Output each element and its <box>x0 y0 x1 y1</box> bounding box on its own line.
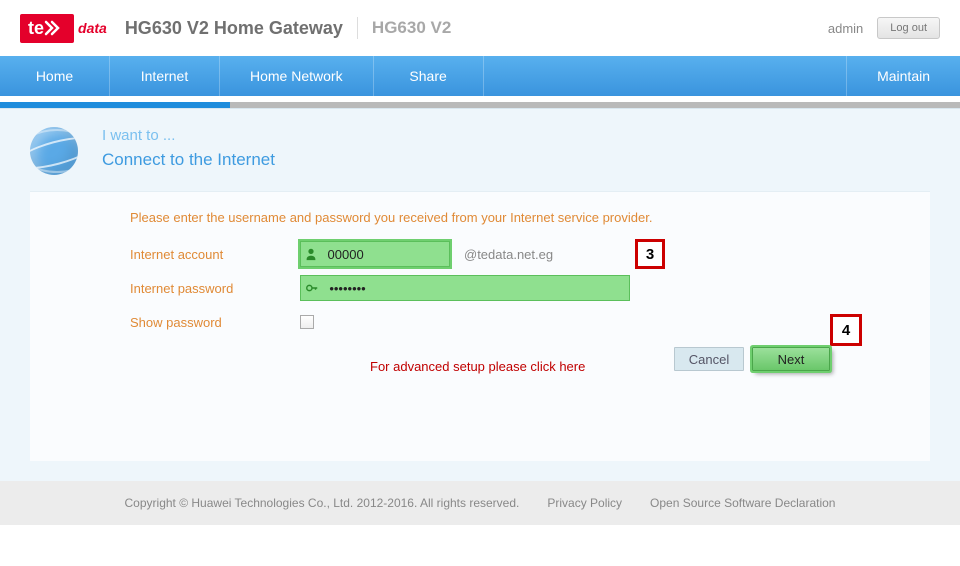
key-icon <box>301 281 323 295</box>
footer-copyright: Copyright © Huawei Technologies Co., Ltd… <box>125 496 520 510</box>
nav-home[interactable]: Home <box>0 56 110 96</box>
current-user: admin <box>828 21 863 36</box>
title-divider <box>357 17 358 39</box>
row-password: Internet password <box>130 273 930 303</box>
account-field-wrap <box>300 241 450 267</box>
row-show-password: Show password <box>130 307 930 337</box>
brand-arrows-icon <box>44 20 64 36</box>
account-field[interactable] <box>300 241 450 267</box>
next-button[interactable]: Next <box>752 347 830 371</box>
callout-3: 3 <box>635 239 665 269</box>
nav-share[interactable]: Share <box>374 56 484 96</box>
nav-maintain[interactable]: Maintain <box>846 56 960 96</box>
brand-suffix: data <box>78 20 107 36</box>
callout-4: 4 <box>830 314 862 346</box>
password-field-wrap <box>300 275 630 301</box>
password-field[interactable] <box>300 275 630 301</box>
logout-button[interactable]: Log out <box>877 17 940 39</box>
form-instruction: Please enter the username and password y… <box>130 210 930 225</box>
panel-supertitle: I want to ... <box>102 127 275 144</box>
header-right: admin Log out <box>828 17 940 39</box>
password-label: Internet password <box>130 281 300 296</box>
show-password-label: Show password <box>130 315 300 330</box>
nav-internet[interactable]: Internet <box>110 56 220 96</box>
account-input[interactable] <box>322 247 449 262</box>
wizard-panel: I want to ... Connect to the Internet Pl… <box>0 108 960 481</box>
header: te data HG630 V2 Home Gateway HG630 V2 a… <box>0 0 960 56</box>
footer: Copyright © Huawei Technologies Co., Ltd… <box>0 481 960 525</box>
nav-home-network[interactable]: Home Network <box>220 56 374 96</box>
main-nav: Home Internet Home Network Share Maintai… <box>0 56 960 96</box>
footer-privacy-link[interactable]: Privacy Policy <box>547 496 622 510</box>
brand-prefix: te <box>28 18 44 39</box>
panel-title: Connect to the Internet <box>102 150 275 170</box>
form-area: Please enter the username and password y… <box>30 191 930 461</box>
row-account: Internet account @tedata.net.eg <box>130 239 930 269</box>
footer-oss-link[interactable]: Open Source Software Declaration <box>650 496 835 510</box>
user-icon <box>301 247 322 261</box>
cancel-button[interactable]: Cancel <box>674 347 744 371</box>
device-model: HG630 V2 <box>372 18 451 38</box>
title-block: HG630 V2 Home Gateway HG630 V2 <box>125 17 452 39</box>
password-input[interactable] <box>323 281 629 296</box>
panel-titles: I want to ... Connect to the Internet <box>102 127 275 170</box>
account-label: Internet account <box>130 247 300 262</box>
advanced-setup-link[interactable]: For advanced setup please click here <box>370 359 585 374</box>
globe-icon <box>30 127 78 175</box>
button-row: Cancel Next <box>674 347 830 371</box>
show-password-checkbox[interactable] <box>300 315 314 329</box>
brand-mark: te <box>20 14 74 43</box>
account-domain-suffix: @tedata.net.eg <box>464 247 553 262</box>
device-title: HG630 V2 Home Gateway <box>125 18 343 39</box>
panel-head: I want to ... Connect to the Internet <box>30 127 930 175</box>
nav-spacer <box>484 56 846 96</box>
brand-logo: te data <box>20 14 107 43</box>
